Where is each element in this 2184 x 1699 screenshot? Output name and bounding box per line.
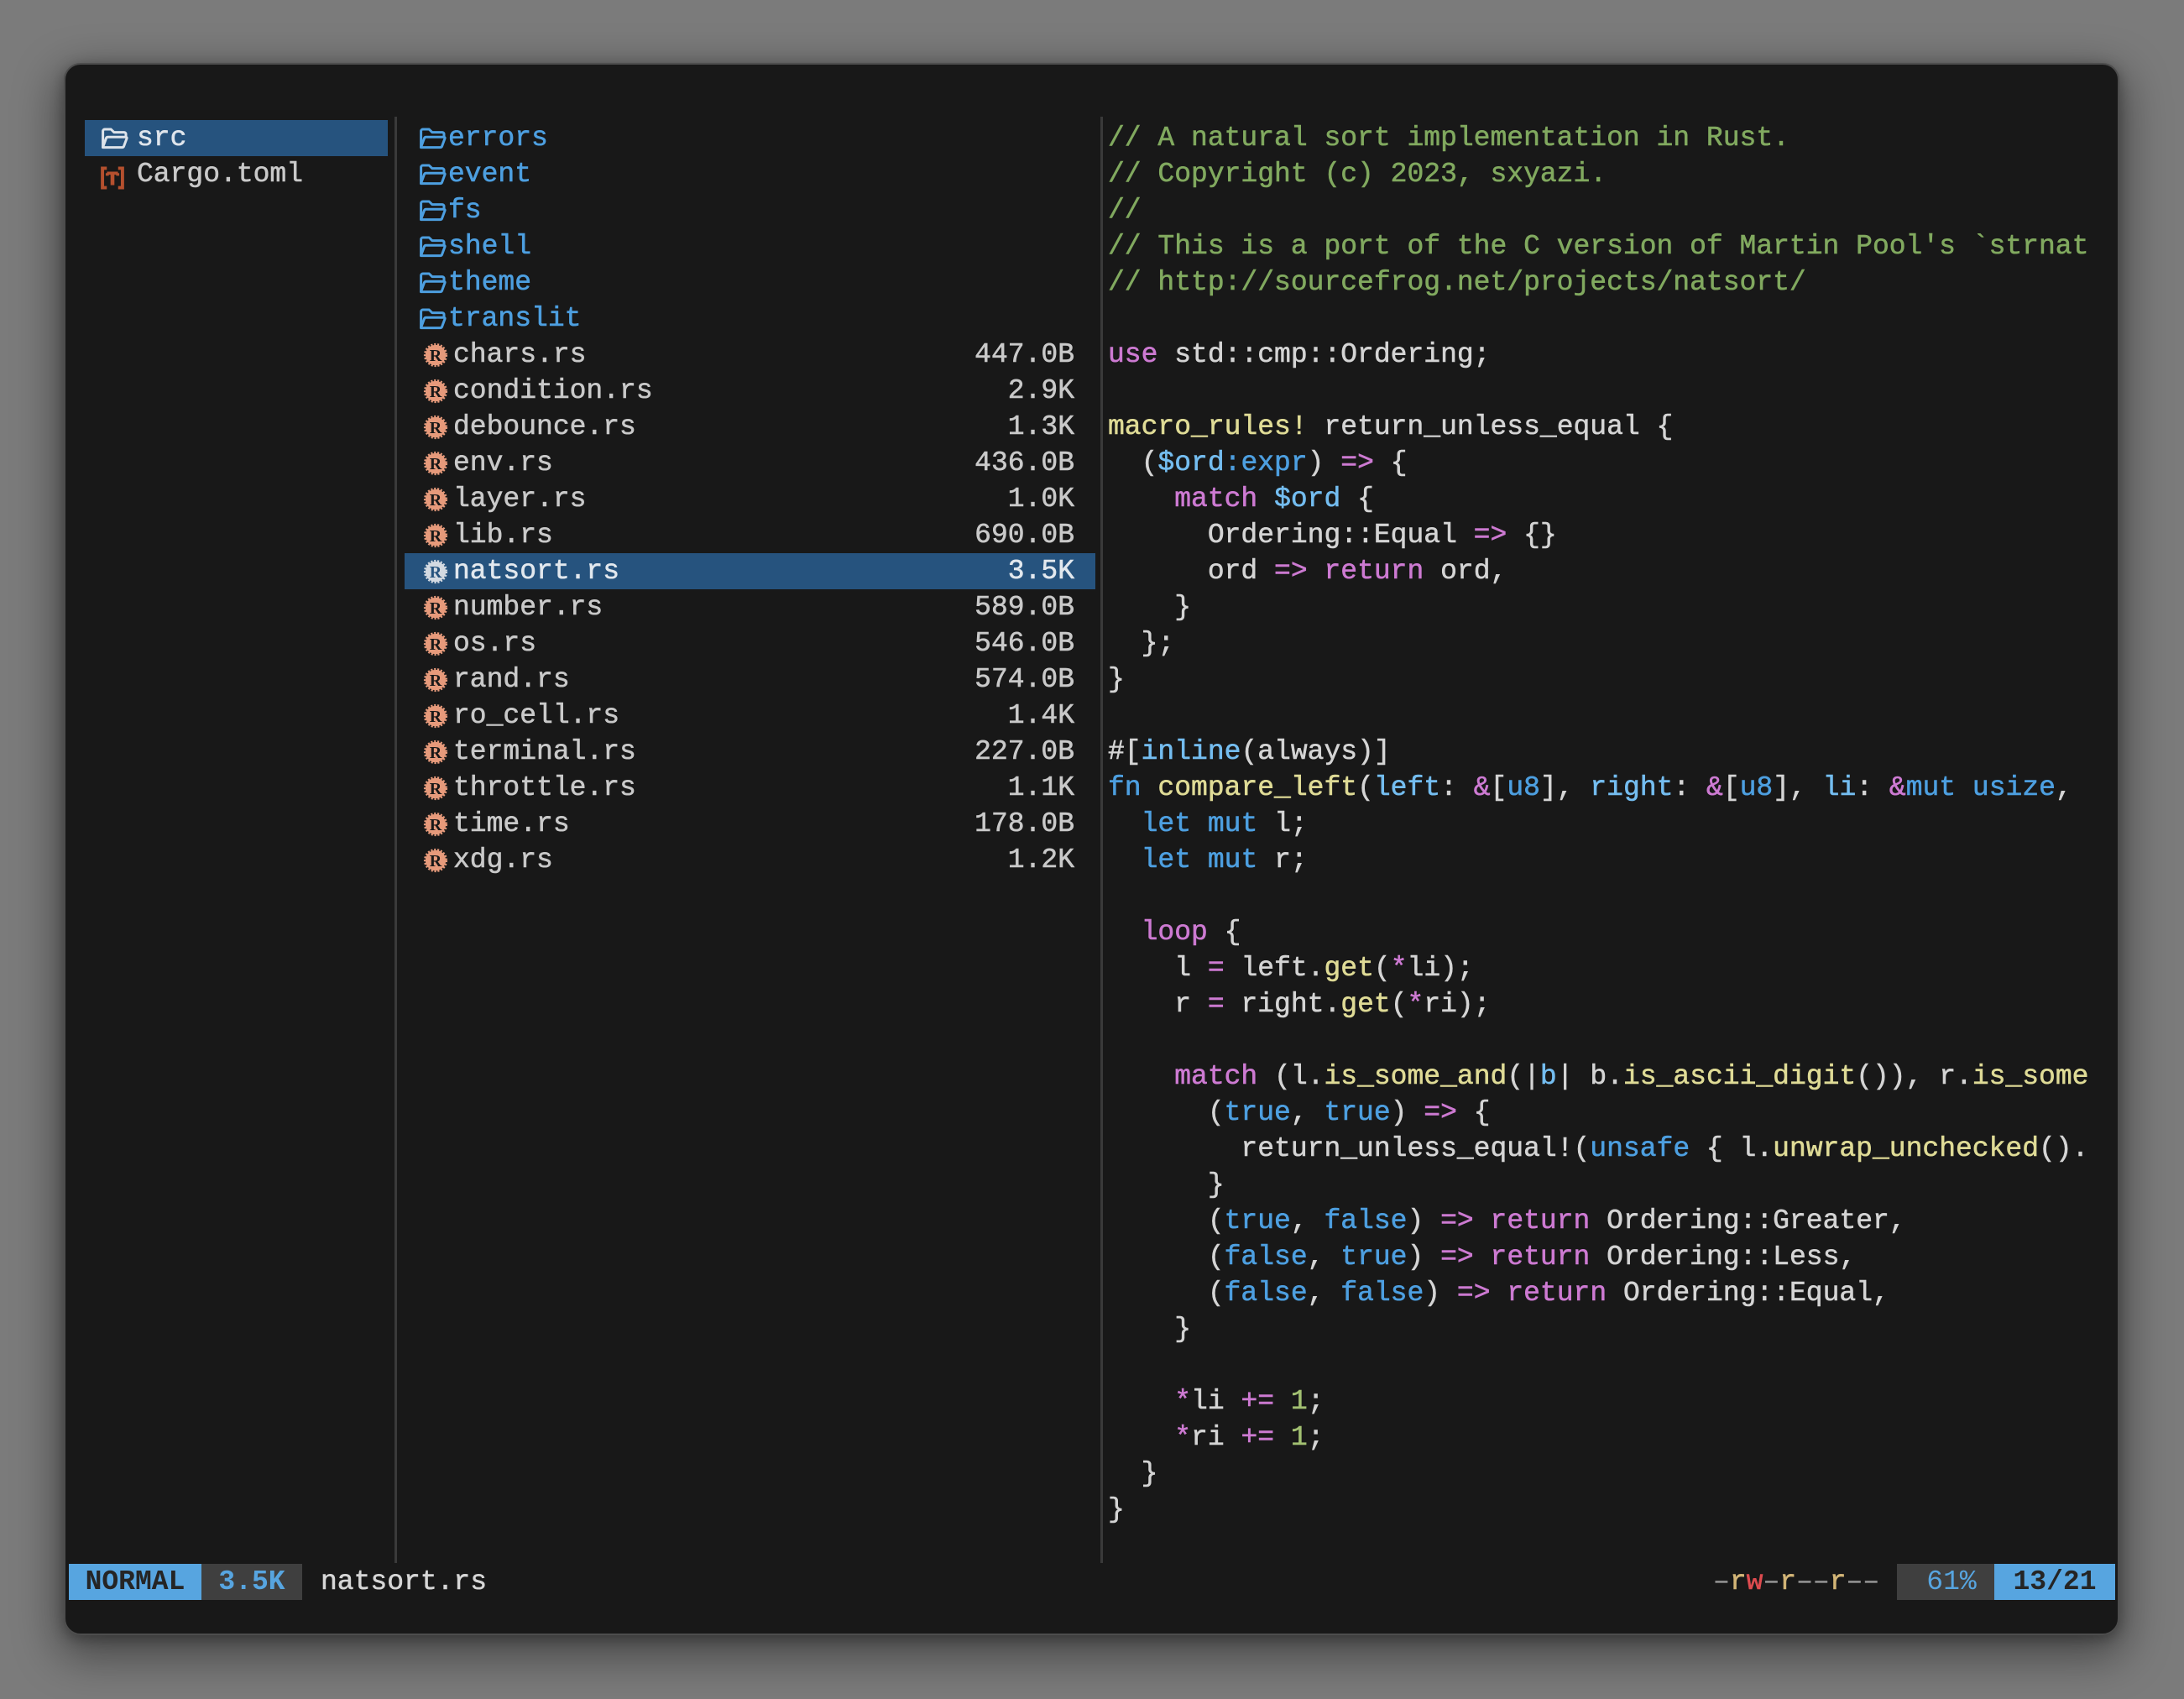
svg-text:R: R — [430, 708, 442, 726]
svg-text:R: R — [430, 347, 442, 365]
svg-text:R: R — [430, 383, 442, 401]
svg-text:R: R — [430, 419, 442, 437]
svg-text:R: R — [430, 780, 442, 798]
svg-text:R: R — [430, 852, 442, 870]
svg-text:R: R — [430, 635, 442, 654]
svg-text:R: R — [430, 599, 442, 618]
svg-text:R: R — [430, 527, 442, 546]
svg-text:R: R — [430, 744, 442, 762]
svg-text:R: R — [430, 563, 442, 582]
svg-text:R: R — [430, 491, 442, 510]
svg-text:R: R — [430, 672, 442, 690]
svg-text:R: R — [430, 455, 442, 473]
svg-text:R: R — [430, 816, 442, 834]
